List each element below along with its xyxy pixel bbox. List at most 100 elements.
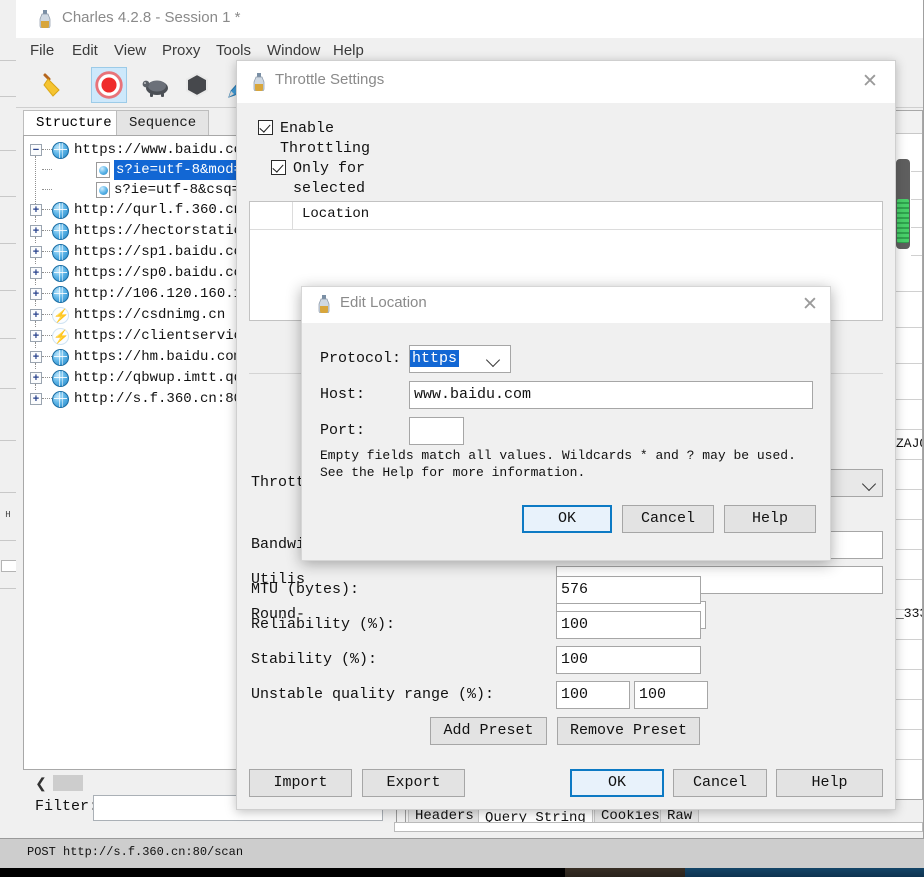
- protocol-select[interactable]: https: [409, 345, 511, 373]
- tree-node-label: https://www.baidu.com: [74, 142, 251, 158]
- menu-item-help[interactable]: Help: [327, 41, 370, 60]
- edit-cancel-button[interactable]: Cancel: [622, 505, 714, 533]
- response-content-panel: [394, 822, 923, 832]
- globe-icon: [52, 265, 69, 282]
- tree-toggle-plus-icon[interactable]: +: [30, 330, 42, 342]
- tree-node-label: http://s.f.360.cn:80: [74, 391, 243, 407]
- globe-icon: [52, 370, 69, 387]
- throttle-dialog-title: Throttle Settings: [275, 71, 385, 88]
- unstable-quality-range-max-input[interactable]: 100: [634, 681, 708, 709]
- menu-item-window[interactable]: Window: [261, 41, 326, 60]
- table-cell-fragment-2: _333: [896, 606, 922, 621]
- location-column-header: Location: [302, 206, 370, 222]
- menu-item-view[interactable]: View: [108, 41, 152, 60]
- broom-icon[interactable]: [35, 67, 71, 103]
- throttle-dialog-titlebar: Throttle Settings ✕: [237, 61, 895, 103]
- ok-button[interactable]: OK: [570, 769, 664, 797]
- tree-node-label: https://sp1.baidu.com: [74, 244, 251, 260]
- window-title: Charles 4.2.8 - Session 1 *: [62, 9, 241, 26]
- bolt-icon: ⚡: [52, 328, 70, 345]
- globe-icon: [52, 244, 69, 261]
- tree-node-label: http://qbwup.imtt.qq.c: [74, 370, 259, 386]
- throttle-preset-label: Thrott: [251, 474, 306, 491]
- edit-help-button[interactable]: Help: [724, 505, 816, 533]
- chevron-down-icon: [861, 476, 877, 492]
- tree-toggle-minus-icon[interactable]: −: [30, 144, 42, 156]
- tree-toggle-plus-icon[interactable]: +: [30, 288, 42, 300]
- charles-bottle-icon: [39, 10, 51, 28]
- stability-value: 100: [561, 651, 589, 668]
- chevron-down-icon: [485, 352, 501, 368]
- mtu-value: 576: [561, 581, 589, 598]
- tree-node-label: https://sp0.baidu.com: [74, 265, 251, 281]
- tree-toggle-plus-icon[interactable]: +: [30, 225, 42, 237]
- record-icon[interactable]: [91, 67, 127, 103]
- tree-node-label: https://hm.baidu.com: [74, 349, 243, 365]
- tree-node-label: http://qurl.f.360.cn: [74, 202, 243, 218]
- reliability-input[interactable]: 100: [556, 611, 701, 639]
- battery-indicator-icon: [897, 199, 909, 243]
- protocol-label: Protocol:: [320, 350, 402, 367]
- unstable-quality-range-min-value: 100: [561, 686, 589, 703]
- tab-structure[interactable]: Structure: [23, 110, 125, 135]
- export-button[interactable]: Export: [362, 769, 465, 797]
- chevron-left-icon[interactable]: ❮: [33, 774, 49, 792]
- menu-item-file[interactable]: File: [24, 41, 60, 60]
- edit-location-title: Edit Location: [340, 294, 427, 311]
- bandwidth-label: Bandwi: [251, 536, 306, 553]
- help-button[interactable]: Help: [776, 769, 883, 797]
- remove-preset-button[interactable]: Remove Preset: [557, 717, 700, 745]
- host-input[interactable]: www.baidu.com: [409, 381, 813, 409]
- charles-bottle-icon: [318, 295, 330, 313]
- menu-item-proxy[interactable]: Proxy: [156, 41, 206, 60]
- menu-item-tools[interactable]: Tools: [210, 41, 257, 60]
- tree-toggle-plus-icon[interactable]: +: [30, 351, 42, 363]
- host-value: www.baidu.com: [414, 386, 532, 403]
- globe-icon: [52, 286, 69, 303]
- import-button[interactable]: Import: [249, 769, 352, 797]
- enable-throttling-checkbox[interactable]: [258, 120, 273, 135]
- tree-node-label: https://hectorstatic.b: [74, 223, 259, 239]
- port-input[interactable]: [409, 417, 464, 445]
- horizontal-scrollbar-thumb[interactable]: [53, 775, 83, 791]
- edit-ok-button[interactable]: OK: [522, 505, 612, 533]
- tree-node-label: https://csdnimg.cn: [74, 307, 226, 323]
- tree-toggle-plus-icon[interactable]: +: [30, 204, 42, 216]
- close-icon[interactable]: ✕: [797, 294, 823, 316]
- menu-item-edit[interactable]: Edit: [66, 41, 104, 60]
- reliability-value: 100: [561, 616, 589, 633]
- bg-window-glyph: H: [5, 510, 11, 520]
- window-titlebar: Charles 4.2.8 - Session 1 *: [16, 0, 923, 39]
- add-preset-button[interactable]: Add Preset: [430, 717, 547, 745]
- close-icon[interactable]: ✕: [857, 71, 883, 93]
- turtle-icon[interactable]: [138, 67, 174, 103]
- reliability-row: Reliability (%): 100: [251, 611, 883, 639]
- tree-toggle-plus-icon[interactable]: +: [30, 246, 42, 258]
- tree-toggle-plus-icon[interactable]: +: [30, 372, 42, 384]
- tree-toggle-plus-icon[interactable]: +: [30, 309, 42, 321]
- tree-node-label: https://clientservices: [74, 328, 259, 344]
- tree-node-label: http://106.120.160.166: [74, 286, 259, 302]
- enable-throttling-label: Enable Throttling: [280, 120, 371, 157]
- globe-icon: [52, 223, 69, 240]
- cancel-button[interactable]: Cancel: [673, 769, 767, 797]
- stability-label: Stability (%):: [251, 651, 378, 668]
- edit-location-dialog: Edit Location ✕ Protocol: https Host: ww…: [301, 286, 831, 561]
- tree-toggle-plus-icon[interactable]: +: [30, 267, 42, 279]
- mtu-input[interactable]: 576: [556, 576, 701, 604]
- host-row: Host: www.baidu.com: [320, 381, 814, 409]
- location-table-header: Location: [250, 202, 882, 230]
- globe-icon: [52, 142, 69, 159]
- filter-label: Filter:: [35, 798, 99, 815]
- unstable-quality-range-min-input[interactable]: 100: [556, 681, 630, 709]
- edit-location-help-text: Empty fields match all values. Wildcards…: [320, 448, 796, 480]
- only-selected-hosts-checkbox[interactable]: [271, 160, 286, 175]
- bg-window-block: [1, 560, 17, 572]
- hexagon-stop-icon[interactable]: [179, 67, 215, 103]
- background-window-sliver[interactable]: H: [0, 0, 17, 845]
- protocol-row: Protocol: https: [320, 345, 814, 373]
- tree-toggle-plus-icon[interactable]: +: [30, 393, 42, 405]
- status-bar: POST http://s.f.360.cn:80/scan: [0, 838, 924, 868]
- stability-input[interactable]: 100: [556, 646, 701, 674]
- tab-sequence[interactable]: Sequence: [116, 110, 210, 135]
